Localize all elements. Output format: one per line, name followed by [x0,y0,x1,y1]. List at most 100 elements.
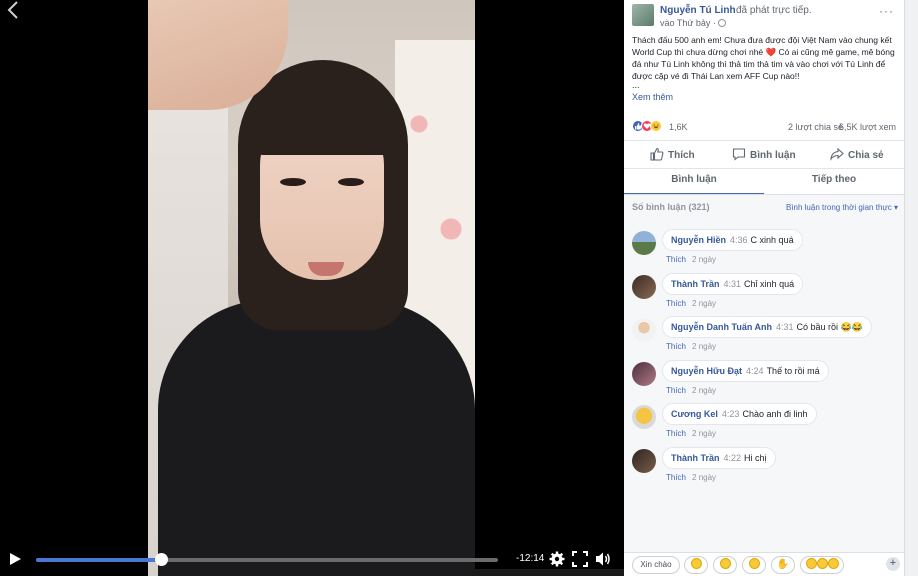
post-text: Thách đấu 500 anh em! Chưa đưa được đội … [632,35,895,81]
comment-like-link[interactable]: Thích [666,386,686,395]
commenter-name[interactable]: Nguyễn Hiền [671,235,726,245]
comment-video-time[interactable]: 4:31 [776,322,794,332]
commenter-avatar[interactable] [632,274,656,299]
comment-bubble: Nguyễn Danh Tuấn Anh 4:31 Có bầu rồi 😂😂 [662,316,872,338]
quick-reply-emoji-triple[interactable] [800,556,844,574]
video-player[interactable]: -12:14 [0,0,624,576]
comment-video-time[interactable]: 4:23 [722,409,740,419]
comment-bubble: Cương Kel 4:23 Chào anh đi linh [662,403,817,425]
emoji-icon [805,558,817,569]
share-label: Chia sẻ [848,150,884,161]
like-label: Thích [668,150,695,161]
comment-sort-label: Bình luận trong thời gian thực [785,203,892,212]
person-body [158,300,475,576]
comment-item: Nguyễn Danh Tuấn Anh 4:31 Có bầu rồi 😂😂 Thí… [632,316,898,356]
progress-bar[interactable] [36,553,498,566]
like-button[interactable]: Thích [650,147,695,163]
haha-reaction-icon[interactable] [650,120,662,132]
post-menu-icon[interactable]: ··· [879,4,894,18]
comment-sort-dropdown[interactable]: Bình luận trong thời gian thực ▾ [786,203,898,212]
comment-button[interactable]: Bình luận [732,147,796,163]
comment-like-link[interactable]: Thích [666,255,686,264]
comment-meta: Thích 2 ngày [666,473,716,482]
commenter-name[interactable]: Nguyễn Hữu Đạt [671,366,742,376]
quick-reply-emoji[interactable] [742,556,766,574]
emoji-icon [816,558,828,569]
see-more-link[interactable]: Xem thêm [632,92,673,102]
comment-age: 2 ngày [692,385,717,395]
comment-like-link[interactable]: Thích [666,429,686,438]
globe-icon [718,19,727,27]
add-reply-icon[interactable]: + [886,557,900,571]
comment-bubble: Thành Trần 4:22 Hi chị [662,446,776,469]
commenter-avatar[interactable] [632,405,656,429]
reactions-summary: 1,6K 2 lượt chia sẻ 6,5K lượt xem [632,120,898,134]
back-chevron-icon[interactable] [6,0,26,22]
emoji-icon [690,558,702,569]
reaction-count[interactable]: 1,6K [669,122,688,132]
comment-video-time[interactable]: 4:31 [724,279,742,289]
emoji-icon [748,558,760,569]
commenter-avatar[interactable] [632,231,656,255]
comment-video-time[interactable]: 4:36 [730,235,748,245]
comment-like-link[interactable]: Thích [666,299,686,308]
commenter-avatar[interactable] [632,448,656,473]
commenter-name[interactable]: Thành Trần [671,453,720,463]
fullscreen-icon[interactable] [572,551,588,567]
author-name[interactable]: Nguyễn Tú Linh [660,5,736,16]
video-frame[interactable] [148,0,475,576]
comment-item: Thành Trần 4:31 Chỉ xinh quá Thích 2 ngày [632,272,898,313]
post-ellipsis: ... [632,80,640,90]
emoji-icon [827,558,839,569]
video-bottom-strip [250,569,624,576]
progress-fill [36,558,161,562]
tab-next[interactable]: Tiếp theo [764,169,904,195]
progress-thumb[interactable] [154,553,168,566]
post-action-bar: Thích Bình luận Chia sẻ [624,140,904,168]
tab-comments[interactable]: Bình luận [624,169,764,195]
comment-text: Chào anh đi linh [742,409,808,419]
comment-bubble: Thành Trần 4:31 Chỉ xinh quá [662,272,804,295]
comment-meta: Thích 2 ngày [666,255,716,264]
page-scroll-gutter[interactable] [904,0,918,576]
commenter-name[interactable]: Nguyễn Danh Tuấn Anh [671,322,772,332]
author-avatar[interactable] [632,4,654,26]
commenter-name[interactable]: Cương Kel [671,409,718,419]
share-button[interactable]: Chia sẻ [830,147,884,163]
person-eye-left [280,178,306,186]
comment-age: 2 ngày [692,342,717,351]
comment-age: 2 ngày [692,298,717,308]
shares-count[interactable]: 2 lượt chia sẻ [788,122,843,132]
comment-item: Nguyễn Hữu Đạt 4:24 Thế to rồi má Thích 2 ng… [632,359,898,400]
play-icon[interactable] [8,552,22,566]
comment-video-time[interactable]: 4:24 [746,366,764,376]
caret-down-icon: ▾ [893,203,898,212]
commenter-avatar[interactable] [632,318,656,342]
comment-count: Số bình luận (321) [632,202,710,212]
comment-bubble: Nguyễn Hiền 4:36 C xinh quá [662,229,803,251]
comment-like-link[interactable]: Thích [666,342,686,351]
comment-text: Chỉ xinh quá [744,278,795,289]
post-time-text: vào Thứ bảy · [660,18,716,28]
thumbs-up-icon [650,147,664,161]
quick-reply-thumbs-up[interactable]: ✋ [771,556,795,574]
commenter-avatar[interactable] [632,361,656,386]
comment-text: Có bầu rồi 😂😂 [796,322,863,332]
commenter-name[interactable]: Thành Trần [671,279,720,289]
emoji-icon [719,558,731,569]
quick-reply-emoji[interactable] [684,556,708,574]
comment-text: Thế to rồi má [766,365,820,376]
comment-item: Cương Kel 4:23 Chào anh đi linh Thích 2 ngày [632,403,898,443]
quick-reply-greeting[interactable]: Xin chào [632,556,680,574]
thumbs-up-emoji-icon: ✋ [776,559,790,570]
comment-age: 2 ngày [692,255,717,264]
comment-video-time[interactable]: 4:22 [724,453,742,463]
comment-label: Bình luận [750,150,796,161]
comment-age: 2 ngày [692,429,717,438]
volume-icon[interactable] [595,551,611,567]
quick-reply-emoji[interactable] [713,556,737,574]
views-count: 6,5K lượt xem [839,122,896,132]
comment-meta: Thích 2 ngày [666,386,716,395]
settings-icon[interactable] [549,551,565,567]
comment-like-link[interactable]: Thích [666,473,686,482]
